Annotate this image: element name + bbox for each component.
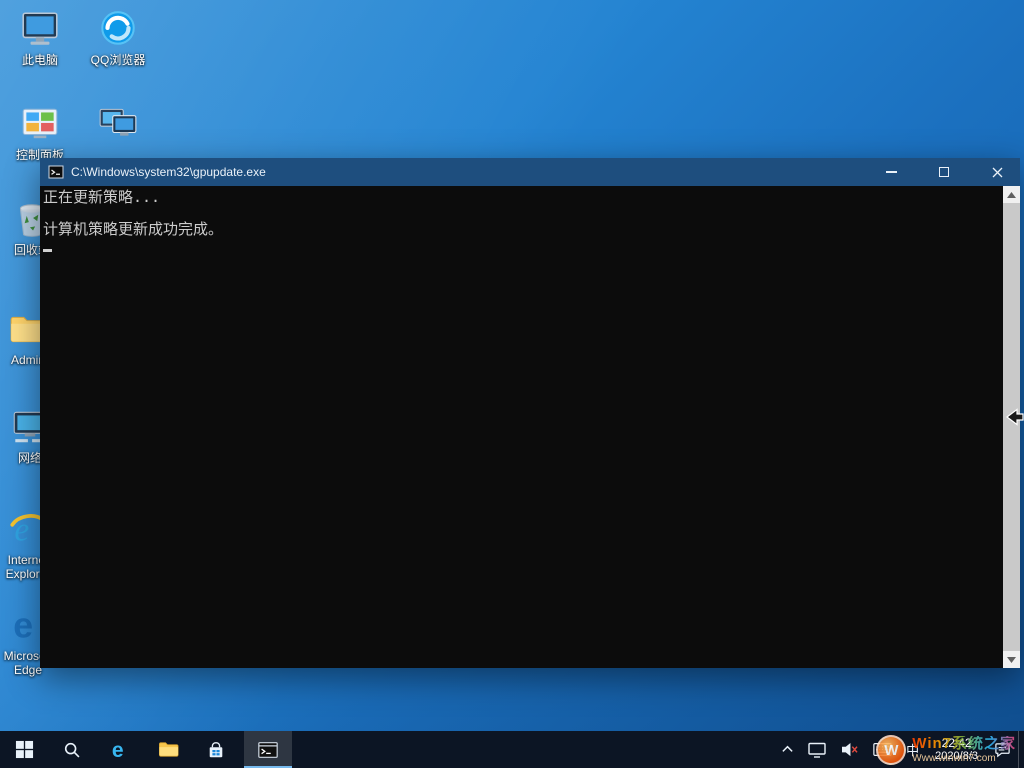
windows-logo-icon bbox=[15, 740, 34, 759]
search-button[interactable] bbox=[48, 731, 96, 768]
taskbar-console-button-active[interactable] bbox=[244, 731, 292, 768]
taskbar: e 中 22:42 2020/8/ bbox=[0, 731, 1024, 768]
svg-text:e: e bbox=[111, 739, 123, 761]
desktop-icon-qq-browser[interactable]: QQ浏览器 bbox=[80, 8, 156, 67]
qq-browser-icon bbox=[97, 8, 139, 50]
control-panel-icon bbox=[19, 103, 61, 145]
window-title: C:\Windows\system32\gpupdate.exe bbox=[71, 165, 861, 179]
console-scrollbar[interactable] bbox=[1003, 186, 1020, 668]
tray-ime-indicator[interactable]: 中 bbox=[899, 731, 926, 768]
tray-touch-keyboard-icon[interactable] bbox=[866, 731, 899, 768]
console-cursor-line bbox=[43, 237, 998, 253]
tray-chevron-up-icon[interactable] bbox=[774, 731, 801, 768]
scroll-down-arrow[interactable] bbox=[1003, 651, 1020, 668]
svg-text:e: e bbox=[13, 606, 33, 646]
network-computers-icon bbox=[97, 101, 139, 143]
console-cursor bbox=[43, 249, 52, 252]
icon-label: QQ浏览器 bbox=[91, 53, 146, 67]
console-line bbox=[43, 205, 998, 221]
console-titlebar[interactable]: C:\Windows\system32\gpupdate.exe bbox=[40, 158, 1020, 186]
notification-center-icon[interactable] bbox=[987, 731, 1018, 768]
system-tray: 中 22:42 2020/8/3 bbox=[774, 731, 1024, 768]
desktop-icon-control-panel[interactable]: 控制面板 bbox=[2, 103, 78, 162]
scrollbar-thumb[interactable] bbox=[1003, 203, 1020, 651]
store-icon bbox=[207, 741, 225, 759]
edge-icon: e bbox=[109, 738, 132, 761]
start-button[interactable] bbox=[0, 731, 48, 768]
console-icon bbox=[257, 739, 279, 761]
close-button[interactable] bbox=[974, 158, 1020, 186]
console-window: C:\Windows\system32\gpupdate.exe 正在更新策略.… bbox=[40, 158, 1020, 668]
minimize-button[interactable] bbox=[868, 158, 914, 186]
console-line: 正在更新策略... bbox=[43, 189, 998, 205]
desktop-icon-this-pc[interactable]: 此电脑 bbox=[2, 8, 78, 67]
tray-display-icon[interactable] bbox=[801, 731, 833, 768]
console-line: 计算机策略更新成功完成。 bbox=[43, 221, 998, 237]
taskbar-file-explorer-button[interactable] bbox=[144, 731, 192, 768]
scroll-up-arrow[interactable] bbox=[1003, 186, 1020, 203]
taskbar-store-button[interactable] bbox=[192, 731, 240, 768]
search-icon bbox=[63, 741, 81, 759]
show-desktop-strip[interactable] bbox=[1018, 731, 1024, 768]
console-app-icon bbox=[48, 164, 64, 180]
close-icon bbox=[992, 167, 1003, 178]
minimize-icon bbox=[886, 171, 897, 173]
tray-date: 2020/8/3 bbox=[935, 750, 978, 763]
tray-time: 22:42 bbox=[942, 736, 972, 750]
file-explorer-icon bbox=[158, 739, 179, 760]
tray-volume-muted-icon[interactable] bbox=[833, 731, 866, 768]
desktop-icon-network-computers[interactable] bbox=[80, 101, 156, 146]
maximize-button[interactable] bbox=[921, 158, 967, 186]
icon-label: 网络 bbox=[18, 451, 42, 465]
console-output[interactable]: 正在更新策略... 计算机策略更新成功完成。 bbox=[40, 186, 1020, 668]
this-pc-icon bbox=[19, 8, 61, 50]
screen: 此电脑 QQ浏览器 控制面板 回收站 Admin 网络 bbox=[0, 0, 1024, 768]
maximize-icon bbox=[939, 167, 949, 177]
icon-label: 此电脑 bbox=[22, 53, 58, 67]
taskbar-edge-button[interactable]: e bbox=[96, 731, 144, 768]
tray-clock[interactable]: 22:42 2020/8/3 bbox=[926, 731, 987, 768]
